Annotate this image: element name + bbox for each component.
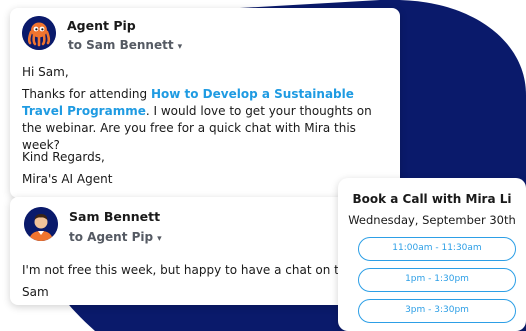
email-card-sam-bennett: Sam Bennett to Agent Pip ▾ I'm not free t… xyxy=(10,197,385,305)
recipient-dropdown[interactable]: to Sam Bennett ▾ xyxy=(68,38,182,52)
person-avatar-icon xyxy=(24,207,58,241)
time-slot-button[interactable]: 3pm - 3:30pm xyxy=(358,299,516,323)
recipient-dropdown[interactable]: to Agent Pip ▾ xyxy=(69,230,162,244)
email-card-agent-pip: Agent Pip to Sam Bennett ▾ Hi Sam, Thanks… xyxy=(10,8,400,198)
booking-card: Book a Call with Mira Li Wednesday, Sept… xyxy=(338,178,526,331)
chevron-down-icon: ▾ xyxy=(157,234,162,244)
time-slot-button[interactable]: 11:00am - 11:30am xyxy=(358,237,516,261)
booking-date: Wednesday, September 30th xyxy=(348,213,516,227)
email-body: I'm not free this week, but happy to hav… xyxy=(22,263,386,277)
email-body: Thanks for attending How to Develop a Su… xyxy=(22,86,394,154)
sender-name: Sam Bennett xyxy=(69,209,161,224)
email-greeting: Hi Sam, xyxy=(22,65,69,79)
sender-name: Agent Pip xyxy=(67,18,136,33)
email-signature: Sam xyxy=(22,285,49,299)
booking-title: Book a Call with Mira Li xyxy=(352,192,512,206)
email-signature: Mira's AI Agent xyxy=(22,172,113,186)
email-body-intro: Thanks for attending xyxy=(22,87,151,101)
chevron-down-icon: ▾ xyxy=(177,42,183,52)
time-slot-button[interactable]: 1pm - 1:30pm xyxy=(358,268,516,292)
recipient-label: to Agent Pip xyxy=(69,230,154,244)
octopus-icon xyxy=(22,16,56,50)
email-signoff: Kind Regards, xyxy=(22,150,105,164)
recipient-label: to Sam Bennett xyxy=(68,38,174,52)
